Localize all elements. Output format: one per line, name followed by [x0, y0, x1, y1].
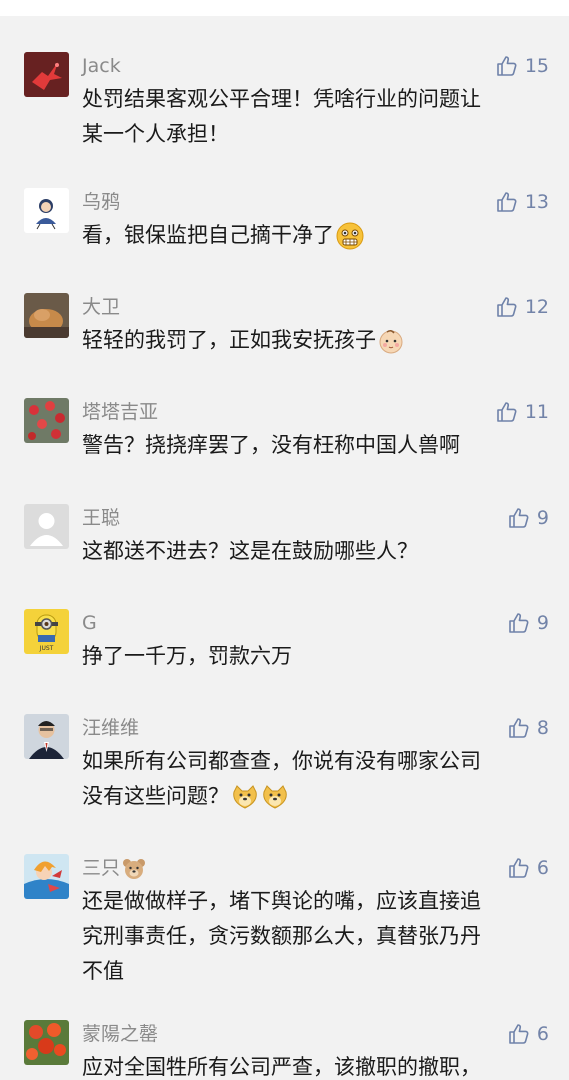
comment-text: 应对全国牲所有公司严查，该撤职的撤职， — [82, 1050, 532, 1080]
cartoon-person-avatar-icon — [24, 188, 69, 233]
comment-text: 警告？挠挠痒罢了，没有枉称中国人兽啊 — [82, 428, 532, 463]
like-button[interactable]: 8 — [507, 714, 549, 742]
comment-author[interactable]: 塔塔吉亚 — [82, 398, 158, 426]
comment-text: 轻轻的我罚了，正如我安抚孩子 — [82, 323, 532, 358]
grimace-emoji-icon — [336, 222, 364, 250]
comment-line: 某一个人承担！ — [82, 122, 229, 146]
like-count: 13 — [524, 191, 549, 213]
like-count: 11 — [524, 401, 549, 423]
comment-author[interactable]: 乌鸦 — [82, 188, 120, 216]
avatar[interactable] — [24, 52, 69, 97]
doge-emoji-icon — [261, 784, 289, 810]
comment-author[interactable]: 汪维维 — [82, 714, 139, 742]
like-button[interactable]: 6 — [507, 854, 549, 882]
like-count: 6 — [536, 1023, 549, 1045]
comment-line: 处罚结果客观公平合理！凭啥行业的问题让 — [82, 87, 481, 111]
thumbs-up-icon — [497, 192, 517, 212]
comment-line: 没有这些问题？ — [82, 784, 229, 808]
anime-avatar-icon — [24, 854, 69, 899]
comment-author[interactable]: 王聪 — [82, 504, 120, 532]
minion-avatar-icon: JUST — [24, 609, 69, 654]
comment-line: 轻轻的我罚了，正如我安抚孩子 — [82, 328, 376, 352]
avatar[interactable] — [24, 188, 69, 233]
default-user-avatar-icon — [24, 504, 69, 549]
avatar[interactable] — [24, 293, 69, 338]
comment-text: 看，银保监把自己摘干净了 — [82, 218, 532, 253]
like-count: 9 — [536, 507, 549, 529]
comment-text: 还是做做样子，堵下舆论的嘴，应该直接追 究刑事责任，贪污数额那么大，真替张乃丹 … — [82, 884, 532, 989]
bear-emoji-icon — [122, 858, 146, 880]
red-flowers-avatar-icon — [24, 1020, 69, 1065]
comment-line: 不值 — [82, 959, 124, 983]
red-bird-avatar-icon — [24, 52, 69, 97]
flowers-avatar-icon — [24, 398, 69, 443]
avatar[interactable] — [24, 854, 69, 899]
comment-author[interactable]: G — [82, 609, 97, 637]
comment-author[interactable]: 三只 — [82, 854, 146, 882]
comment-line: 还是做做样子，堵下舆论的嘴，应该直接追 — [82, 889, 481, 913]
thumbs-up-icon — [509, 858, 529, 878]
svg-text:JUST: JUST — [39, 645, 54, 652]
like-count: 12 — [524, 296, 549, 318]
comment-line: 如果所有公司都查查，你说有没有哪家公司 — [82, 749, 481, 773]
like-button[interactable]: 13 — [495, 188, 549, 216]
doge-emoji-icon — [231, 784, 259, 810]
comment-line: 警告？挠挠痒罢了，没有枉称中国人兽啊 — [82, 433, 460, 457]
like-button[interactable]: 9 — [507, 504, 549, 532]
thumbs-up-icon — [497, 56, 517, 76]
comment-text: 如果所有公司都查查，你说有没有哪家公司 没有这些问题？ — [82, 744, 532, 814]
thumbs-up-icon — [509, 613, 529, 633]
like-button[interactable]: 12 — [495, 293, 549, 321]
avatar[interactable] — [24, 1020, 69, 1065]
like-count: 6 — [536, 857, 549, 879]
comment-line: 应对全国牲所有公司严查，该撤职的撤职， — [82, 1055, 481, 1079]
like-count: 15 — [524, 55, 549, 77]
comment-text: 挣了一千万，罚款六万 — [82, 639, 532, 674]
comment-list: Jack 15 处罚结果客观公平合理！凭啥行业的问题让 某一个人承担！ 乌鸦 1… — [0, 16, 569, 1080]
thumbs-up-icon — [509, 1024, 529, 1044]
comment-line: 究刑事责任，贪污数额那么大，真替张乃丹 — [82, 924, 481, 948]
thumbs-up-icon — [497, 402, 517, 422]
comment-line: 挣了一千万，罚款六万 — [82, 644, 292, 668]
like-button[interactable]: 15 — [495, 52, 549, 80]
comment-text: 这都送不进去？这是在鼓励哪些人？ — [82, 534, 532, 569]
comment-author[interactable]: Jack — [82, 52, 121, 80]
comment-text: 处罚结果客观公平合理！凭啥行业的问题让 某一个人承担！ — [82, 82, 532, 152]
avatar[interactable] — [24, 714, 69, 759]
comment-author[interactable]: 蒙陽之罄 — [82, 1020, 158, 1048]
like-count: 9 — [536, 612, 549, 634]
comment-line: 看，银保监把自己摘干净了 — [82, 223, 334, 247]
baby-emoji-icon — [378, 328, 404, 354]
thumbs-up-icon — [509, 508, 529, 528]
like-button[interactable]: 11 — [495, 398, 549, 426]
comment-line: 这都送不进去？这是在鼓励哪些人？ — [82, 539, 418, 563]
man-in-suit-avatar-icon — [24, 714, 69, 759]
cat-avatar-icon — [24, 293, 69, 338]
thumbs-up-icon — [497, 297, 517, 317]
like-count: 8 — [536, 717, 549, 739]
comment-author-name: 三只 — [82, 857, 121, 879]
avatar[interactable] — [24, 504, 69, 549]
thumbs-up-icon — [509, 718, 529, 738]
like-button[interactable]: 6 — [507, 1020, 549, 1048]
like-button[interactable]: 9 — [507, 609, 549, 637]
avatar[interactable] — [24, 398, 69, 443]
comment-author[interactable]: 大卫 — [82, 293, 120, 321]
avatar[interactable]: JUST — [24, 609, 69, 654]
